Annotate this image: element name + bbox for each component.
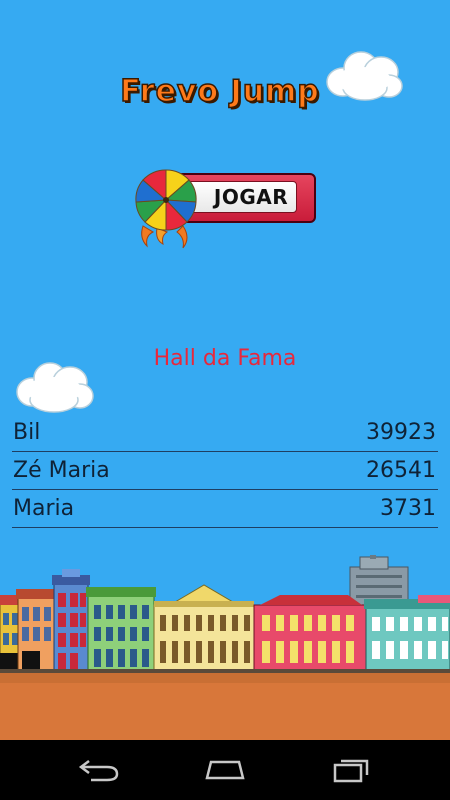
- score-row: Zé Maria 26541: [12, 452, 438, 490]
- player-name: Maria: [13, 496, 75, 521]
- home-icon: [205, 760, 245, 780]
- city-skyline: [0, 555, 450, 740]
- high-score-list: Bil 39923 Zé Maria 26541 Maria 3731: [12, 414, 438, 528]
- back-button[interactable]: [69, 752, 129, 788]
- recent-apps-button[interactable]: [321, 752, 381, 788]
- score-row: Bil 39923: [12, 414, 438, 452]
- hall-of-fame-title: Hall da Fama: [153, 346, 297, 371]
- system-navigation-bar: [0, 740, 450, 800]
- frevo-umbrella-icon: [135, 169, 197, 249]
- building: [16, 589, 56, 672]
- back-icon: [78, 760, 119, 782]
- building: [253, 595, 367, 672]
- game-title: Frevo Jump: [119, 73, 320, 110]
- score-row: Maria 3731: [12, 490, 438, 528]
- play-button[interactable]: JOGAR: [133, 168, 319, 252]
- player-score: 39923: [366, 420, 436, 445]
- home-button[interactable]: [195, 752, 255, 788]
- game-menu-screen: Frevo Jump JOGAR Hall da Fama Bil 39923 …: [0, 0, 450, 740]
- player-score: 3731: [380, 496, 436, 521]
- player-name: Zé Maria: [13, 458, 110, 483]
- player-name: Bil: [13, 420, 41, 445]
- building: [153, 584, 255, 672]
- building: [0, 595, 21, 672]
- building: [364, 595, 450, 672]
- building: [52, 569, 90, 672]
- play-button-label: JOGAR: [213, 185, 289, 209]
- player-score: 26541: [366, 458, 436, 483]
- recent-apps-icon: [333, 759, 369, 783]
- building: [86, 587, 156, 672]
